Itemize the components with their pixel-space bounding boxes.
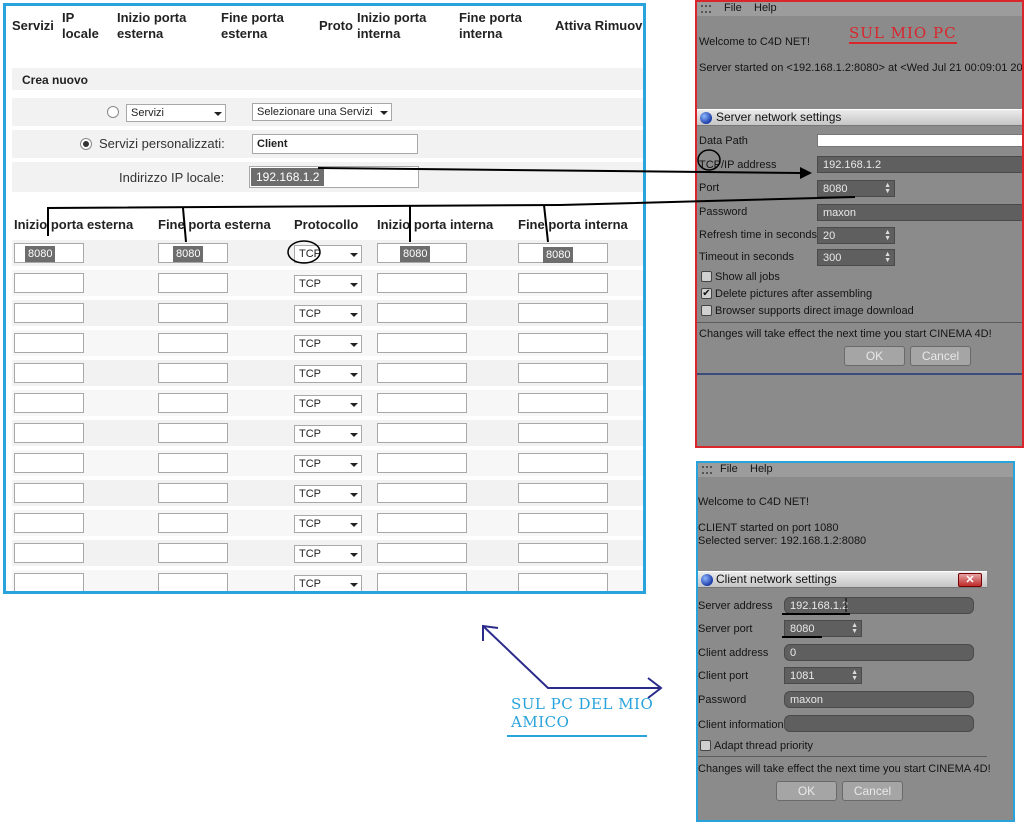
port-connector-line — [543, 204, 549, 243]
tcp-circle-annotation — [287, 240, 321, 264]
annotation-friend-pc: SUL PC DEL MIO AMICO — [511, 695, 653, 731]
blue-arrow-line — [482, 625, 660, 689]
annotation-line-1: SUL PC DEL MIO — [511, 695, 654, 713]
arrow-ip-to-tcp — [317, 167, 801, 174]
annotation-line-2: AMICO — [511, 713, 570, 731]
port-connector-line — [47, 196, 856, 236]
arrowhead-icon — [800, 167, 812, 179]
port-connector-line — [182, 207, 187, 243]
tcp-circle-annotation — [697, 149, 721, 171]
